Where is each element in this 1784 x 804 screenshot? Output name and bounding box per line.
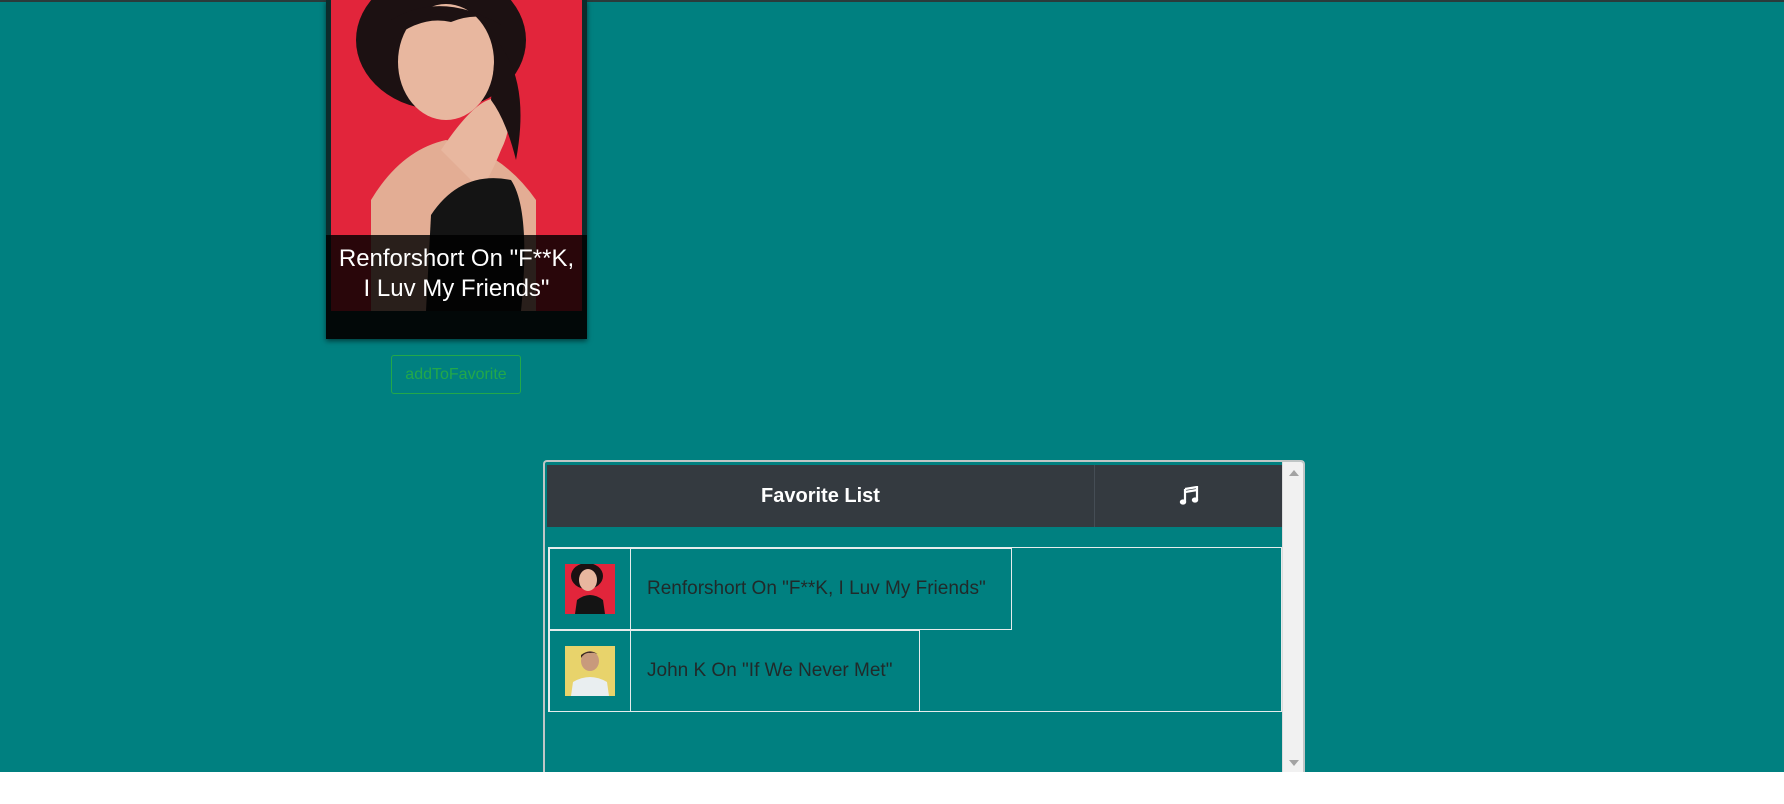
list-item[interactable]: John K On "If We Never Met"	[549, 630, 920, 712]
list-item[interactable]: Renforshort On "F**K, I Luv My Friends"	[549, 548, 1012, 630]
music-note-icon	[1179, 486, 1198, 505]
scrollbar[interactable]	[1282, 462, 1303, 772]
favorite-list-panel: Favorite List Renforshort On "F**K, I Lu…	[543, 460, 1305, 772]
favorite-item-label: John K On "If We Never Met"	[647, 660, 893, 681]
favorite-item-label: Renforshort On "F**K, I Luv My Friends"	[647, 578, 986, 599]
add-to-favorite-button[interactable]: addToFavorite	[391, 355, 521, 394]
scroll-down-icon[interactable]	[1289, 760, 1299, 766]
song-card[interactable]: Renforshort On "F**K, I Luv My Friends"	[326, 0, 587, 339]
song-card-title: Renforshort On "F**K, I Luv My Friends"	[326, 235, 587, 339]
song-thumbnail	[565, 646, 615, 696]
favorite-list-title: Favorite List	[547, 465, 1095, 527]
scroll-up-icon[interactable]	[1289, 470, 1299, 476]
favorite-list-header: Favorite List	[547, 465, 1282, 527]
song-thumbnail	[565, 564, 615, 614]
favorite-list: Renforshort On "F**K, I Luv My Friends" …	[548, 547, 1282, 712]
